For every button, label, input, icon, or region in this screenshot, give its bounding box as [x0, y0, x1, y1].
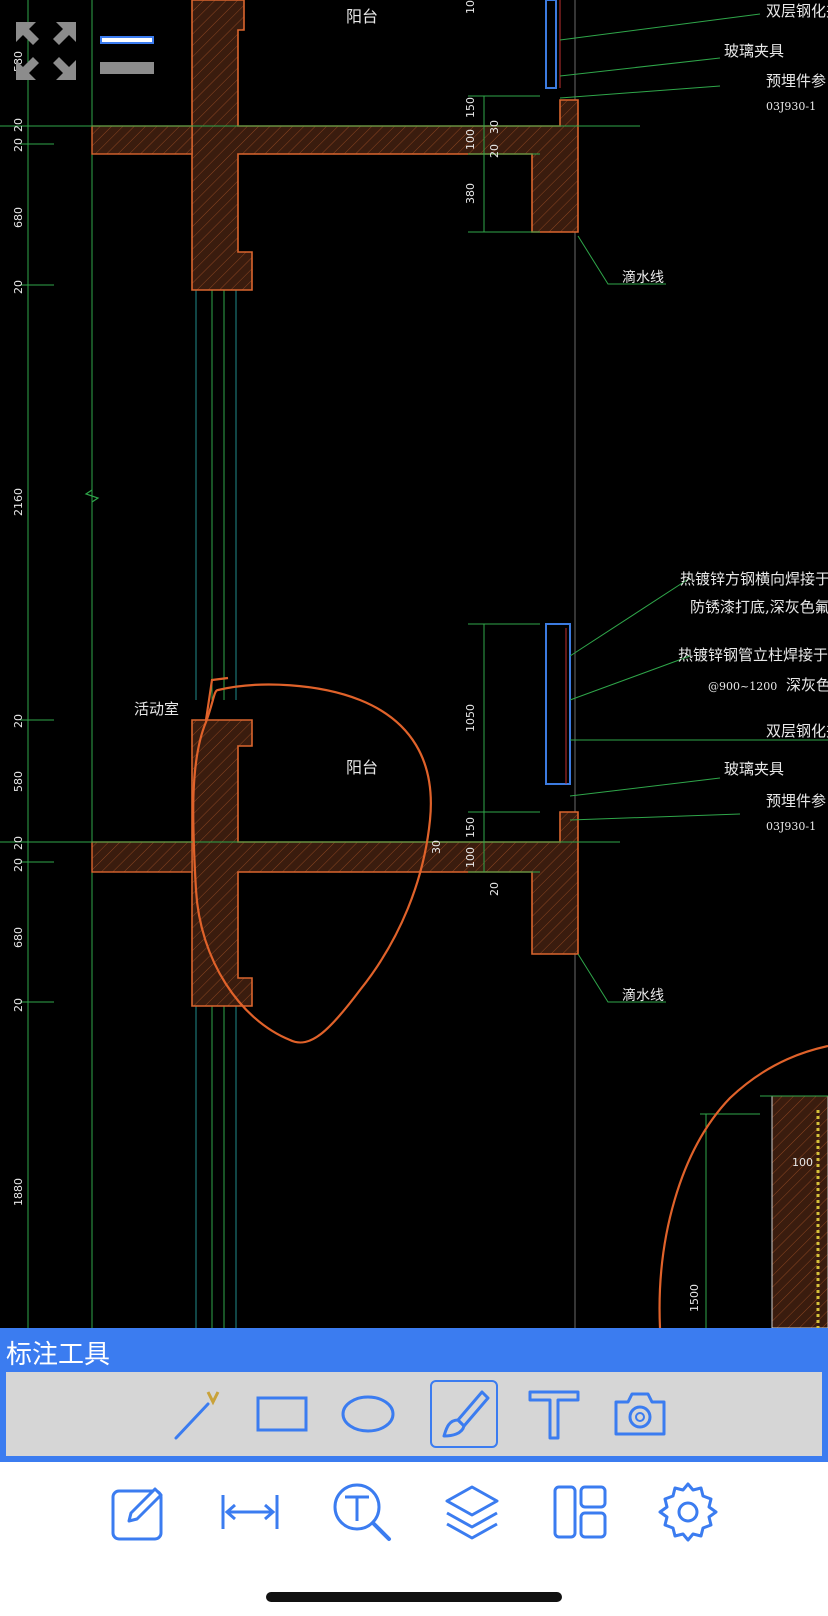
rectangle-icon [256, 1396, 308, 1432]
dim-580-b: 580 [12, 771, 25, 792]
cad-drawing: 阳台 阳台 活动室 滴水线 滴水线 双层钢化夹层 玻璃夹具 预埋件参 03J93… [0, 0, 828, 1328]
drip-line-label: 滴水线 [622, 987, 664, 1004]
ellipse-icon [341, 1395, 395, 1433]
embedded-part-label-top: 预埋件参 [766, 72, 826, 90]
text-icon [528, 1390, 580, 1440]
embedded-part-label: 预埋件参 [766, 792, 826, 810]
balcony-label: 阳台 [346, 758, 378, 777]
layers-button[interactable] [432, 1472, 512, 1552]
dim-top-150: 150 [464, 97, 477, 118]
fullscreen-button[interactable] [12, 18, 80, 84]
text-tool[interactable] [520, 1380, 588, 1448]
dim-20-g: 20 [12, 998, 25, 1012]
double-layer-label: 双层钢化夹层 [766, 722, 828, 740]
drip-line-label-top: 滴水线 [622, 269, 664, 286]
dim-2160: 2160 [12, 488, 25, 516]
dark-gray-label: 深灰色氟 [786, 676, 828, 694]
double-layer-label-top: 双层钢化夹层 [766, 2, 828, 20]
annotation-toolbar: 标注工具 [0, 1328, 828, 1462]
activity-room-label: 活动室 [134, 700, 179, 718]
home-indicator [266, 1592, 562, 1602]
dim-top-30: 30 [488, 120, 501, 134]
text-search-icon [333, 1483, 391, 1541]
glass-clamp-label: 玻璃夹具 [724, 760, 784, 778]
ellipse-tool[interactable] [334, 1380, 402, 1448]
line-tool[interactable] [164, 1380, 232, 1448]
dim-20-a: 20 [12, 118, 25, 132]
expand-arrows-icon [16, 22, 76, 80]
dim-30: 30 [430, 840, 443, 854]
dim-top-105: 105 [464, 0, 477, 14]
camera-tool[interactable] [606, 1380, 674, 1448]
dim-20-d: 20 [12, 714, 25, 728]
annotate-button[interactable] [98, 1472, 178, 1552]
glass-clamp-label-top: 玻璃夹具 [724, 42, 784, 60]
code-label: 03J930-1 [766, 820, 816, 833]
dim-680-a: 680 [12, 207, 25, 228]
dim-20-f: 20 [12, 858, 25, 872]
camera-icon [614, 1392, 666, 1436]
dim-150: 150 [464, 817, 477, 838]
edit-icon [111, 1487, 163, 1541]
spacing-label: @900~1200 [708, 680, 777, 693]
dim-680-b: 680 [12, 927, 25, 948]
galv-square-label: 热镀锌方钢横向焊接于竖向栏 [680, 570, 828, 588]
rust-paint-label: 防锈漆打底,深灰色氟 [690, 598, 828, 616]
layout-icon [553, 1485, 607, 1539]
rectangle-tool[interactable] [248, 1380, 316, 1448]
dim-20-e: 20 [12, 836, 25, 850]
galv-pipe-label: 热镀锌钢管立柱焊接于竖向栏 [678, 646, 828, 664]
layer-toggle-button[interactable] [100, 26, 158, 76]
text-search-button[interactable] [322, 1472, 402, 1552]
dim-1050: 1050 [464, 704, 477, 732]
tool-row [6, 1372, 822, 1456]
cad-drawing-canvas[interactable]: 阳台 阳台 活动室 滴水线 滴水线 双层钢化夹层 玻璃夹具 预埋件参 03J93… [0, 0, 828, 1328]
dim-100: 100 [464, 847, 477, 868]
measure-icon [221, 1495, 279, 1529]
view-controls [12, 18, 162, 88]
toolbar-title: 标注工具 [6, 1340, 111, 1370]
layers-icon [445, 1485, 499, 1540]
line-icon [174, 1391, 220, 1440]
gear-icon [658, 1482, 718, 1542]
brush-tool[interactable] [430, 1380, 498, 1448]
dim-20: 20 [488, 882, 501, 896]
dim-top-380: 380 [464, 183, 477, 204]
dim-top-20: 20 [488, 144, 501, 158]
settings-button[interactable] [648, 1472, 728, 1552]
dim-1880: 1880 [12, 1178, 25, 1206]
active-layer-bar [100, 36, 154, 44]
dim-1500: 1500 [688, 1284, 701, 1312]
inactive-layer-bar [100, 62, 154, 74]
dim-100-detail: 100 [792, 1156, 813, 1169]
code-label-top: 03J930-1 [766, 100, 816, 113]
balcony-label-top: 阳台 [346, 7, 378, 26]
layout-button[interactable] [540, 1472, 620, 1552]
brush-icon [442, 1390, 490, 1438]
dim-20-b: 20 [12, 138, 25, 152]
bottom-navigation [0, 1462, 828, 1616]
dim-20-c: 20 [12, 280, 25, 294]
dim-top-100: 100 [464, 129, 477, 150]
measure-button[interactable] [210, 1472, 290, 1552]
